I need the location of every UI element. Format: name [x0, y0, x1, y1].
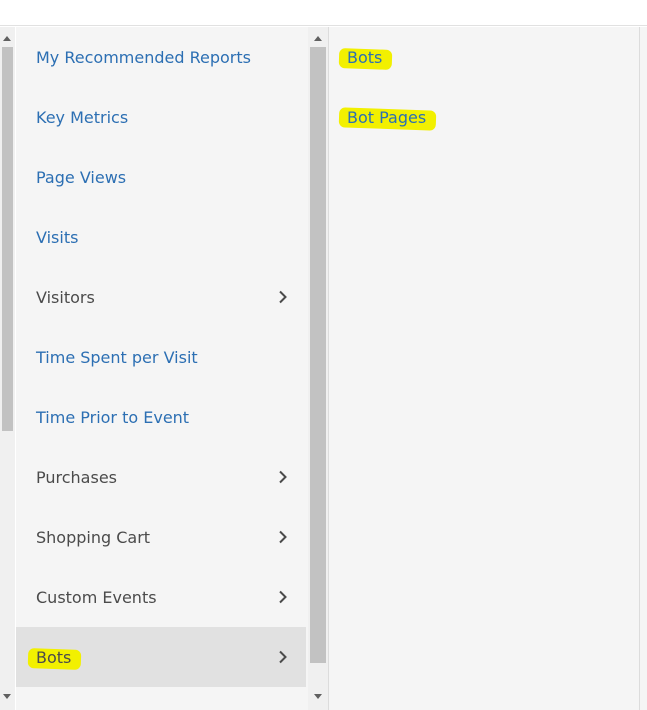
menu-item-shopping-cart[interactable]: Shopping Cart: [16, 507, 306, 567]
bots-submenu: Bots Bot Pages: [329, 27, 639, 710]
menu-item-label: Shopping Cart: [36, 527, 151, 547]
scroll-up-arrow-icon[interactable]: [3, 36, 11, 41]
submenu-item-bots[interactable]: Bots: [329, 27, 639, 87]
menu-scrollbar-thumb[interactable]: [310, 47, 326, 663]
chevron-right-icon: [279, 650, 287, 664]
menu-item-label: Visits: [36, 227, 79, 247]
menu-item-time-spent-per-visit[interactable]: Time Spent per Visit: [16, 327, 306, 387]
submenu-item-label: Bot Pages: [347, 107, 427, 127]
menu-item-time-prior-to-event[interactable]: Time Prior to Event: [16, 387, 306, 447]
submenu-item-bot-pages[interactable]: Bot Pages: [329, 87, 639, 147]
scroll-up-arrow-icon[interactable]: [314, 36, 322, 41]
chevron-right-icon: [279, 470, 287, 484]
highlighted-label: Bots: [347, 48, 382, 67]
menu-item-label: Key Metrics: [36, 107, 129, 127]
menu-item-label: Visitors: [36, 287, 95, 307]
menu-item-bots[interactable]: Bots: [16, 627, 306, 687]
highlighted-label: Bot Pages: [347, 108, 426, 127]
menu-item-label: Page Views: [36, 167, 127, 187]
outer-scrollbar-thumb[interactable]: [2, 47, 13, 431]
chevron-right-icon: [279, 590, 287, 604]
menu-item-label: Time Spent per Visit: [36, 347, 198, 367]
menu-item-my-recommended-reports[interactable]: My Recommended Reports: [16, 27, 306, 87]
menu-item-custom-events[interactable]: Custom Events: [16, 567, 306, 627]
menu-item-label: My Recommended Reports: [36, 47, 251, 67]
scroll-down-arrow-icon[interactable]: [3, 694, 11, 699]
menu-item-label: Purchases: [36, 467, 117, 487]
menu-item-key-metrics[interactable]: Key Metrics: [16, 87, 306, 147]
menu-item-visitors[interactable]: Visitors: [16, 267, 306, 327]
chevron-right-icon: [279, 290, 287, 304]
top-bar: [0, 0, 647, 26]
menu-item-visits[interactable]: Visits: [16, 207, 306, 267]
reports-menu: My Recommended Reports Key Metrics Page …: [16, 27, 308, 710]
outer-scrollbar[interactable]: [0, 27, 15, 710]
submenu-item-label: Bots: [347, 47, 383, 67]
scroll-down-arrow-icon[interactable]: [314, 694, 322, 699]
menu-item-label: Bots: [36, 647, 72, 667]
highlighted-label: Bots: [36, 648, 71, 667]
chevron-right-icon: [279, 530, 287, 544]
menu-item-label: Time Prior to Event: [36, 407, 190, 427]
menu-item-purchases[interactable]: Purchases: [16, 447, 306, 507]
menu-item-label: Custom Events: [36, 587, 157, 607]
next-column-edge: [640, 27, 647, 710]
menu-item-page-views[interactable]: Page Views: [16, 147, 306, 207]
menu-scrollbar[interactable]: [308, 27, 328, 710]
